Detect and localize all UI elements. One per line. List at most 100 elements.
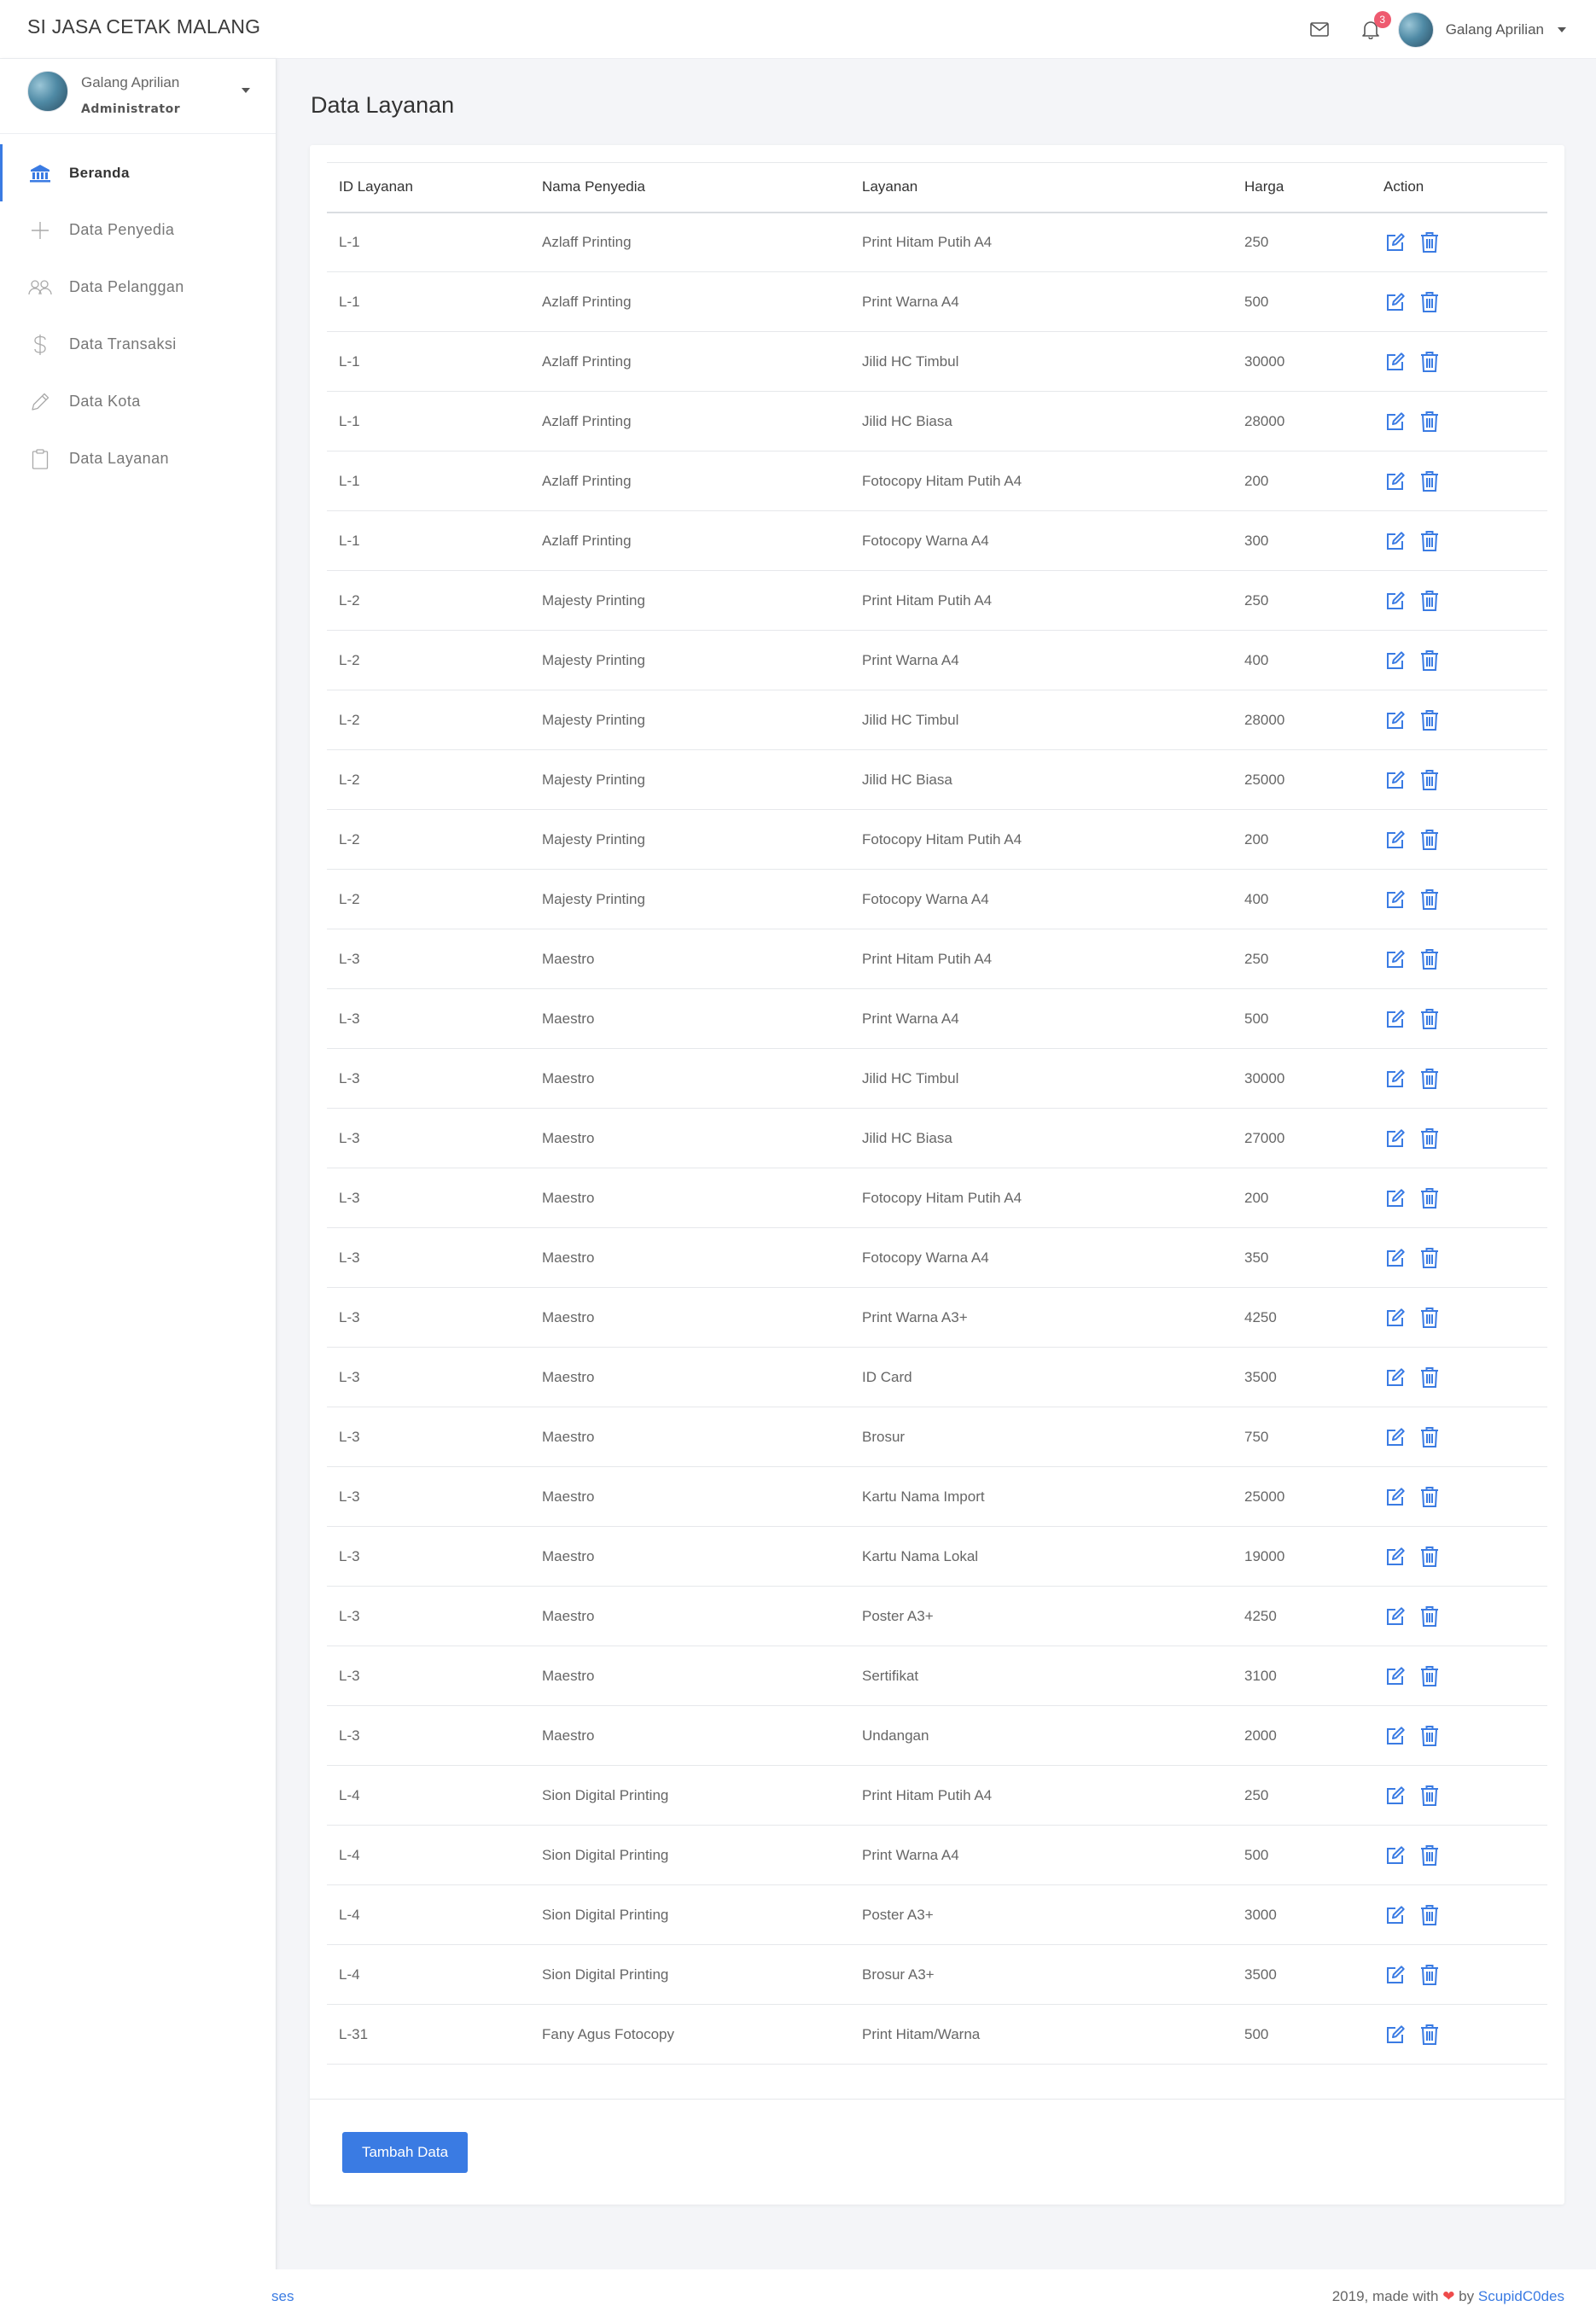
trash-icon[interactable] (1418, 589, 1442, 613)
trash-icon[interactable] (1418, 1843, 1442, 1867)
footer-link[interactable]: ses (271, 2288, 294, 2305)
cell-layanan: Print Warna A4 (850, 630, 1232, 690)
trash-icon[interactable] (1418, 828, 1442, 852)
trash-icon[interactable] (1418, 708, 1442, 732)
trash-icon[interactable] (1418, 2023, 1442, 2047)
trash-icon[interactable] (1418, 1366, 1442, 1389)
edit-icon[interactable] (1383, 1545, 1407, 1569)
sidebar-item-data-transaksi[interactable]: Data Transaksi (0, 316, 276, 373)
edit-icon[interactable] (1383, 230, 1407, 254)
pencil-icon (27, 389, 53, 415)
sidebar-profile[interactable]: Galang Aprilian Administrator (0, 59, 276, 134)
row-actions (1383, 828, 1547, 852)
trash-icon[interactable] (1418, 947, 1442, 971)
tambah-data-button[interactable]: Tambah Data (342, 2132, 468, 2173)
edit-icon[interactable] (1383, 1007, 1407, 1031)
dollar-icon (27, 332, 53, 358)
trash-icon[interactable] (1418, 1007, 1442, 1031)
trash-icon[interactable] (1418, 1605, 1442, 1628)
trash-icon[interactable] (1418, 1963, 1442, 1987)
cell-layanan: Jilid HC Biasa (850, 1108, 1232, 1168)
sidebar-item-data-kota[interactable]: Data Kota (0, 373, 276, 430)
trash-icon[interactable] (1418, 1545, 1442, 1569)
edit-icon[interactable] (1383, 947, 1407, 971)
trash-icon[interactable] (1418, 410, 1442, 434)
cell-harga: 19000 (1232, 1526, 1372, 1587)
trash-icon[interactable] (1418, 469, 1442, 493)
cell-action (1372, 929, 1547, 989)
trash-icon[interactable] (1418, 529, 1442, 553)
edit-icon[interactable] (1383, 1724, 1407, 1748)
cell-layanan: Print Warna A4 (850, 271, 1232, 332)
edit-icon[interactable] (1383, 1366, 1407, 1389)
cell-nama-penyedia: Majesty Printing (530, 570, 850, 631)
edit-icon[interactable] (1383, 350, 1407, 374)
trash-icon[interactable] (1418, 350, 1442, 374)
trash-icon[interactable] (1418, 290, 1442, 314)
edit-icon[interactable] (1383, 1127, 1407, 1150)
edit-icon[interactable] (1383, 529, 1407, 553)
trash-icon[interactable] (1418, 1784, 1442, 1808)
cell-id-layanan: L-3 (327, 1466, 530, 1527)
sidebar-item-data-pelanggan[interactable]: Data Pelanggan (0, 259, 276, 316)
trash-icon[interactable] (1418, 1425, 1442, 1449)
bell-icon[interactable]: 3 (1359, 10, 1391, 42)
edit-icon[interactable] (1383, 1903, 1407, 1927)
trash-icon[interactable] (1418, 1186, 1442, 1210)
cell-nama-penyedia: Maestro (530, 1526, 850, 1587)
user-menu-name[interactable]: Galang Aprilian (1446, 21, 1544, 38)
edit-icon[interactable] (1383, 2023, 1407, 2047)
trash-icon[interactable] (1418, 1903, 1442, 1927)
edit-icon[interactable] (1383, 888, 1407, 912)
sidebar-item-data-penyedia[interactable]: Data Penyedia (0, 201, 276, 259)
trash-icon[interactable] (1418, 1067, 1442, 1091)
sidebar-item-beranda[interactable]: Beranda (0, 144, 276, 201)
trash-icon[interactable] (1418, 1485, 1442, 1509)
edit-icon[interactable] (1383, 708, 1407, 732)
edit-icon[interactable] (1383, 1067, 1407, 1091)
edit-icon[interactable] (1383, 410, 1407, 434)
trash-icon[interactable] (1418, 888, 1442, 912)
chevron-down-icon[interactable] (1558, 26, 1566, 32)
cell-id-layanan: L-1 (327, 331, 530, 392)
cell-layanan: Undangan (850, 1705, 1232, 1766)
brand-title[interactable]: SI JASA CETAK MALANG (27, 15, 260, 38)
edit-icon[interactable] (1383, 1425, 1407, 1449)
cell-harga: 500 (1232, 271, 1372, 332)
mail-icon[interactable] (1308, 18, 1331, 42)
sidebar-item-data-layanan[interactable]: Data Layanan (0, 430, 276, 487)
trash-icon[interactable] (1418, 1724, 1442, 1748)
edit-icon[interactable] (1383, 1485, 1407, 1509)
footer-made-with: 2019, made with (1331, 2288, 1439, 2304)
trash-icon[interactable] (1418, 230, 1442, 254)
edit-icon[interactable] (1383, 469, 1407, 493)
trash-icon[interactable] (1418, 1664, 1442, 1688)
edit-icon[interactable] (1383, 649, 1407, 673)
edit-icon[interactable] (1383, 1664, 1407, 1688)
edit-icon[interactable] (1383, 768, 1407, 792)
chevron-down-icon[interactable] (242, 88, 250, 93)
trash-icon[interactable] (1418, 1127, 1442, 1150)
edit-icon[interactable] (1383, 1246, 1407, 1270)
edit-icon[interactable] (1383, 589, 1407, 613)
row-actions (1383, 1724, 1547, 1748)
edit-icon[interactable] (1383, 1186, 1407, 1210)
trash-icon[interactable] (1418, 649, 1442, 673)
edit-icon[interactable] (1383, 1605, 1407, 1628)
cell-action (1372, 212, 1547, 272)
edit-icon[interactable] (1383, 1784, 1407, 1808)
cell-action (1372, 1287, 1547, 1348)
edit-icon[interactable] (1383, 290, 1407, 314)
user-avatar[interactable] (1397, 11, 1434, 48)
edit-icon[interactable] (1383, 828, 1407, 852)
edit-icon[interactable] (1383, 1843, 1407, 1867)
edit-icon[interactable] (1383, 1963, 1407, 1987)
cell-action (1372, 1645, 1547, 1706)
trash-icon[interactable] (1418, 1246, 1442, 1270)
cell-nama-penyedia: Maestro (530, 1347, 850, 1407)
trash-icon[interactable] (1418, 768, 1442, 792)
author-link[interactable]: ScupidC0des (1478, 2288, 1564, 2304)
sidebar-item-label: Data Pelanggan (69, 278, 184, 295)
trash-icon[interactable] (1418, 1306, 1442, 1330)
edit-icon[interactable] (1383, 1306, 1407, 1330)
